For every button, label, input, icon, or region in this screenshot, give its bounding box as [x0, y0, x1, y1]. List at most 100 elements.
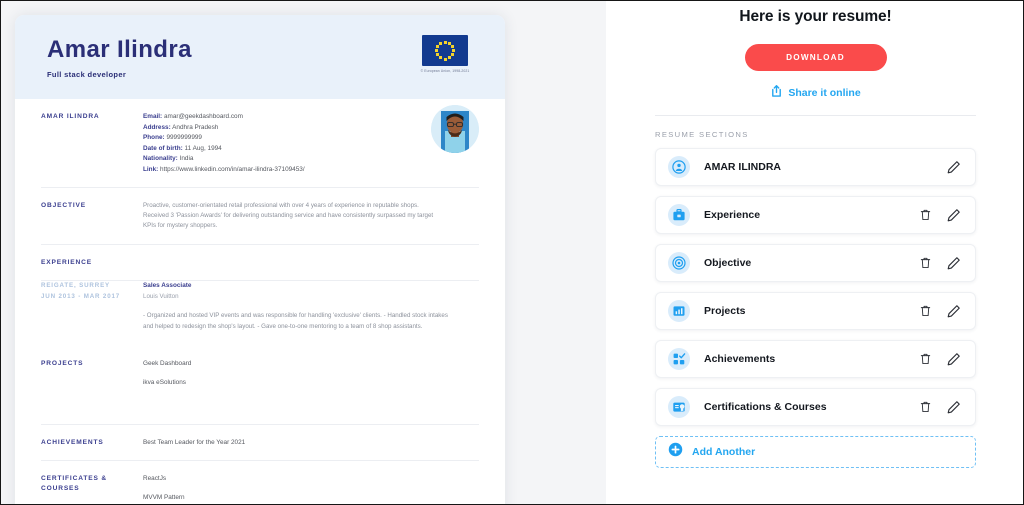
pencil-icon	[947, 305, 960, 318]
edit-section-button[interactable]	[947, 304, 961, 318]
contact-field: Email: amar@geekdashboard.com	[143, 112, 479, 123]
list-item: ReactJs	[143, 475, 167, 483]
chart-bars-icon	[673, 306, 685, 316]
section-card-projects[interactable]: Projects	[655, 292, 976, 330]
avatar	[431, 105, 479, 153]
delete-section-button[interactable]	[920, 305, 931, 317]
divider	[655, 115, 976, 116]
resume-builder-app: Amar Ilindra Full stack developer © Euro…	[0, 0, 1024, 505]
eu-star-icon	[443, 40, 447, 44]
experience-entry: Reigate, Surrey Jun 2013 - Mar 2017 Sale…	[41, 281, 479, 346]
resume-section-certificates: CERTIFICATES & COURSES ReactJs MVVM Patt…	[41, 461, 479, 504]
trash-icon	[920, 353, 931, 365]
chart-bars-icon-badge	[668, 300, 690, 322]
eu-logo-block: © European Union, 1998-2021	[403, 35, 487, 73]
section-card-label: AMAR ILINDRA	[704, 161, 781, 173]
section-card-amar-ilindra[interactable]: AMAR ILINDRA	[655, 148, 976, 186]
section-card-certifications-courses[interactable]: Certifications & Courses	[655, 388, 976, 426]
contact-key: Link:	[143, 165, 159, 173]
experience-company: Louis Vuitton	[143, 292, 179, 300]
edit-section-button[interactable]	[947, 256, 961, 270]
contact-fields: Email: amar@geekdashboard.com Address: A…	[141, 112, 479, 175]
target-icon-badge	[668, 252, 690, 274]
list-item: MVVM Pattern	[143, 493, 185, 501]
experience-dates: Jun 2013 - Mar 2017	[41, 292, 121, 300]
list-item: ikva eSolutions	[143, 378, 186, 386]
edit-section-button[interactable]	[947, 400, 961, 414]
resume-section-projects: PROJECTS Geek Dashboard ikva eSolutions	[41, 346, 479, 425]
pencil-icon	[947, 401, 960, 414]
section-card-actions	[947, 160, 961, 174]
section-label-experience: EXPERIENCE	[41, 258, 93, 266]
contact-value: 9999999999	[166, 134, 202, 142]
section-label-objective: OBJECTIVE	[41, 202, 87, 210]
section-card-actions	[920, 400, 961, 414]
certificate-icon-badge	[668, 396, 690, 418]
delete-section-button[interactable]	[920, 401, 931, 413]
eu-star-icon	[443, 57, 447, 61]
plus-circle-icon	[668, 442, 683, 462]
page-title: Here is your resume!	[739, 8, 892, 25]
contact-key: Date of birth:	[143, 144, 183, 152]
add-another-label: Add Another	[692, 446, 756, 458]
section-card-label: Certifications & Courses	[704, 401, 827, 413]
trash-icon	[920, 257, 931, 269]
section-card-achievements[interactable]: Achievements	[655, 340, 976, 378]
pencil-icon	[947, 161, 960, 174]
contact-value: amar@geekdashboard.com	[163, 113, 243, 120]
contact-field: Phone: 9999999999	[143, 133, 479, 144]
edit-section-button[interactable]	[947, 208, 961, 222]
add-another-button[interactable]: Add Another	[655, 436, 976, 468]
contact-field: Nationality: India	[143, 154, 479, 165]
checklist-icon-badge	[668, 348, 690, 370]
checklist-icon	[673, 353, 686, 365]
eu-star-icon	[447, 56, 451, 60]
user-circle-icon-badge	[668, 156, 690, 178]
share-online-label: Share it online	[788, 86, 861, 99]
list-item: Best Team Leader for the Year 2021	[143, 438, 246, 446]
trash-icon	[920, 209, 931, 221]
delete-section-button[interactable]	[920, 257, 931, 269]
contact-field: Address: Andhra Pradesh	[143, 123, 479, 134]
trash-icon	[920, 401, 931, 413]
contact-key: Phone:	[143, 134, 165, 142]
edit-section-button[interactable]	[947, 352, 961, 366]
contact-value: https://www.linkedin.com/in/amar-ilindra…	[160, 165, 305, 173]
certificate-icon	[673, 402, 685, 412]
section-label-certificates: CERTIFICATES & COURSES	[41, 475, 107, 493]
list-item: Geek Dashboard	[143, 359, 192, 367]
experience-location: Reigate, Surrey	[41, 281, 111, 289]
section-card-actions	[920, 208, 961, 222]
download-button[interactable]: DOWNLOAD	[744, 44, 887, 71]
delete-section-button[interactable]	[920, 353, 931, 365]
eu-star-icon	[439, 41, 443, 45]
section-card-actions	[920, 352, 961, 366]
eu-flag-icon	[422, 35, 468, 66]
eu-star-icon	[435, 49, 438, 52]
briefcase-icon-badge	[668, 204, 690, 226]
section-label-projects: PROJECTS	[41, 359, 84, 367]
delete-section-button[interactable]	[920, 209, 931, 221]
contact-key: Address:	[143, 123, 171, 131]
section-card-label: Experience	[704, 209, 761, 221]
section-card-label: Objective	[704, 257, 752, 269]
experience-description: - Organized and hosted VIP events and wa…	[143, 312, 448, 330]
edit-section-button[interactable]	[947, 160, 961, 174]
section-label-achievements: ACHIEVEMENTS	[41, 438, 104, 446]
section-card-label: Achievements	[704, 353, 776, 365]
contact-key: Email:	[143, 113, 163, 120]
section-card-actions	[920, 304, 961, 318]
resume-preview-pane: Amar Ilindra Full stack developer © Euro…	[1, 1, 606, 504]
resume-section-achievements: ACHIEVEMENTS Best Team Leader for the Ye…	[41, 425, 479, 462]
briefcase-icon	[673, 209, 685, 221]
resume-document[interactable]: Amar Ilindra Full stack developer © Euro…	[15, 15, 505, 504]
share-icon	[770, 84, 783, 101]
target-icon	[672, 256, 686, 270]
share-online-link[interactable]: Share it online	[626, 84, 1005, 101]
section-label-contact: AMAR ILINDRA	[41, 113, 100, 120]
experience-title: Sales Associate	[143, 281, 192, 289]
eu-star-icon	[450, 44, 454, 48]
pencil-icon	[947, 353, 960, 366]
section-card-experience[interactable]: Experience	[655, 196, 976, 234]
section-card-objective[interactable]: Objective	[655, 244, 976, 282]
